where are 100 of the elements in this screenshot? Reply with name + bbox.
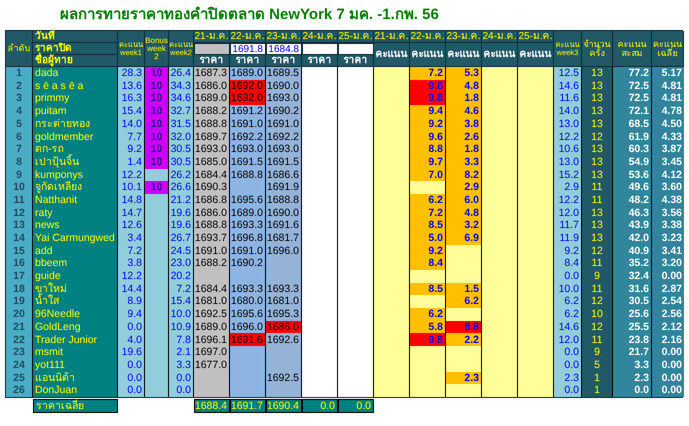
price-cell: 1689.5 (266, 67, 302, 80)
score-cell: 0.0 (554, 270, 582, 283)
header-cell: ราคา (230, 55, 266, 67)
price-cell: 1689.0 (230, 67, 266, 80)
score-cell (482, 67, 518, 80)
score-cell: 9.4 (410, 105, 446, 118)
price-cell: 1696.8 (230, 232, 266, 245)
rank-cell: 6 (6, 130, 33, 144)
price-cell: 1686.6 (266, 168, 302, 182)
score-cell: 3.3 (446, 156, 482, 168)
score-cell: 32.7 (169, 105, 194, 118)
total-cell: 60.3 (613, 143, 652, 156)
score-cell: 3.4 (118, 232, 145, 245)
price-cell: 1692.0 (230, 80, 266, 92)
average-cell: 2.16 (652, 333, 684, 346)
count-cell: 13 (582, 143, 613, 156)
price-cell (230, 384, 266, 397)
name-cell: แอนนิต้า (33, 372, 118, 384)
score-cell: 0.0 (554, 384, 582, 397)
count-cell: 13 (582, 206, 613, 220)
score-cell: 28.3 (118, 67, 145, 80)
name-cell: Trader Junior (33, 333, 118, 346)
score-cell: 3.2 (446, 219, 482, 232)
total-cell: 25.5 (613, 320, 652, 334)
score-cell: 7.7 (118, 130, 145, 144)
header-cell: 25-ม.ค. (518, 31, 554, 43)
total-cell: 48.2 (613, 194, 652, 207)
total-cell: 68.5 (613, 118, 652, 130)
score-cell: 0.0 (118, 358, 145, 372)
price-cell: 1695.6 (230, 194, 266, 207)
count-cell: 1 (582, 372, 613, 384)
header-cell: ราคา (302, 55, 338, 67)
score-cell: 12.0 (554, 206, 582, 220)
count-cell: 9 (582, 346, 613, 359)
rank-cell: 14 (6, 232, 33, 245)
name-cell: kumponys (33, 168, 118, 182)
name-cell: add (33, 244, 118, 258)
total-cell: 43.9 (613, 219, 652, 232)
price-cell: 1696.1 (194, 333, 230, 346)
name-cell: s ē a s ē a (33, 80, 118, 92)
average-cell: 3.60 (652, 181, 684, 194)
price-cell (194, 384, 230, 397)
total-cell: 0.0 (613, 384, 652, 397)
total-cell: 53.6 (613, 168, 652, 182)
average-cell: 0.00 (652, 346, 684, 359)
price-cell (266, 384, 302, 397)
header-cell: Bonus week 2 (145, 31, 169, 67)
score-cell: 30.5 (169, 156, 194, 168)
score-cell: 3.3 (169, 358, 194, 372)
score-cell: 9.6 (410, 130, 446, 144)
score-cell: 11.6 (554, 92, 582, 106)
header-cell: คะแนน (518, 43, 554, 67)
count-cell: 12 (582, 320, 613, 334)
name-cell: goldmember (33, 130, 118, 144)
score-cell: 0.0 (169, 372, 194, 384)
price-cell: 1681.0 (266, 295, 302, 308)
score-cell: 10.6 (554, 143, 582, 156)
header-cell: ราคา (266, 55, 302, 67)
score-cell: 7.0 (410, 168, 446, 182)
score-cell: 14.6 (554, 320, 582, 334)
rank-cell: 15 (6, 244, 33, 258)
score-cell (446, 346, 482, 359)
score-cell: 26.7 (169, 232, 194, 245)
closing-price-cell (302, 43, 338, 55)
price-cell: 1692.0 (230, 92, 266, 106)
price-cell: 1686.0 (194, 206, 230, 220)
score-cell: 9.2 (410, 244, 446, 258)
header-cell: 21-ม.ค. (194, 31, 230, 43)
score-cell: 9.7 (410, 156, 446, 168)
score-cell (446, 244, 482, 258)
score-cell: 14.4 (118, 282, 145, 296)
price-cell: 1691.9 (266, 181, 302, 194)
bonus-cell: 10 (145, 118, 169, 130)
page-title: ผลการทายราคาทองคำปิดตลาด NewYork 7 มค. -1.กพ. 56 (59, 4, 440, 25)
price-cell: 1692.2 (266, 130, 302, 144)
closing-price-cell (194, 43, 230, 55)
rank-cell: 3 (6, 92, 33, 106)
rank-cell: 25 (6, 372, 33, 384)
total-cell: 42.0 (613, 232, 652, 245)
price-cell: 1696.0 (230, 320, 266, 334)
header-cell: ลำดับ (6, 31, 33, 67)
rank-cell: 24 (6, 358, 33, 372)
score-cell: 15.4 (169, 295, 194, 308)
header-cell: คะแนน (374, 43, 410, 67)
score-cell: 13.0 (554, 156, 582, 168)
average-price-cell: 0.0 (338, 398, 374, 413)
count-cell: 9 (582, 270, 613, 283)
price-cell (230, 346, 266, 359)
count-cell: 13 (582, 118, 613, 130)
price-cell: 1688.8 (194, 219, 230, 232)
total-cell: 72.1 (613, 105, 652, 118)
rank-cell: 10 (6, 181, 33, 194)
score-cell: 14.6 (554, 80, 582, 92)
score-cell (374, 67, 410, 80)
name-cell: DonJuan (33, 384, 118, 397)
header-cell: 24-ม.ค. (302, 31, 338, 43)
score-cell: 8.8 (446, 320, 482, 334)
score-cell (410, 295, 446, 308)
price-cell: 1693.3 (230, 282, 266, 296)
average-price-cell: 0.0 (302, 398, 338, 413)
